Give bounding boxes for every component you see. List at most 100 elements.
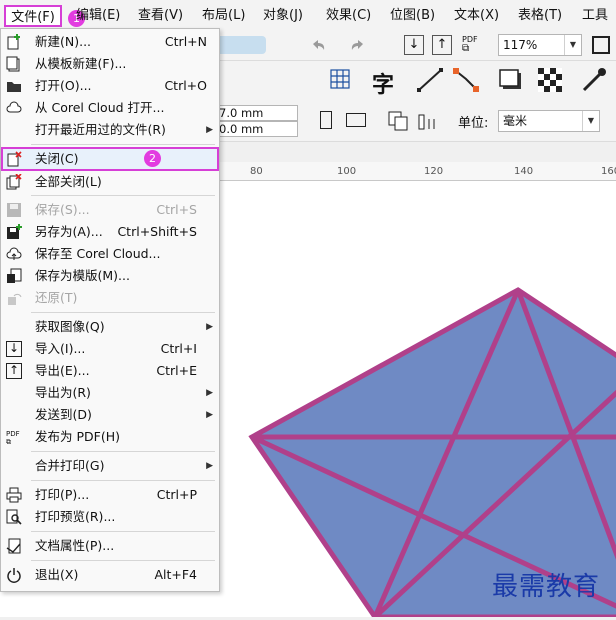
ruler-tick: 140 xyxy=(514,166,534,177)
all-pages-icon[interactable] xyxy=(388,111,410,131)
menu-view[interactable]: 查看(V) xyxy=(138,6,183,26)
menu-item-open[interactable]: 打开(O)... Ctrl+O xyxy=(1,75,219,97)
text-tool-icon[interactable]: 字 xyxy=(372,67,394,99)
pdf-icon: PDF ⧉ xyxy=(6,430,20,446)
save-template-icon xyxy=(6,268,22,284)
menu-item-save[interactable]: 保存(S)... Ctrl+S xyxy=(1,199,219,221)
menu-item-close-all[interactable]: 全部关闭(L) xyxy=(1,171,219,193)
menu-table[interactable]: 表格(T) xyxy=(518,6,562,26)
power-icon xyxy=(6,567,22,583)
import-icon[interactable]: ↓ xyxy=(404,35,424,55)
zoom-value: 117% xyxy=(503,38,538,52)
chevron-down-icon: ▼ xyxy=(564,35,581,55)
transparency-icon[interactable] xyxy=(538,68,562,92)
menu-file[interactable]: 文件(F) xyxy=(4,5,62,27)
menu-object[interactable]: 对象(J) xyxy=(263,6,303,26)
export-icon[interactable]: ↑ xyxy=(432,35,452,55)
menu-item-export[interactable]: ↑ 导出(E)... Ctrl+E xyxy=(1,360,219,382)
cloud-upload-icon xyxy=(6,246,22,262)
menu-item-publish-pdf[interactable]: PDF ⧉ 发布为 PDF(H) xyxy=(1,426,219,448)
menu-item-document-properties[interactable]: 文档属性(P)... xyxy=(1,535,219,557)
chevron-right-icon: ▶ xyxy=(206,461,213,471)
menu-item-send-to[interactable]: 发送到(D) ▶ xyxy=(1,404,219,426)
template-icon xyxy=(6,56,22,72)
undo-icon[interactable] xyxy=(310,38,326,52)
cloud-icon xyxy=(6,100,22,116)
menu-item-print[interactable]: 打印(P)... Ctrl+P xyxy=(1,484,219,506)
menu-item-close[interactable]: 关闭(C) xyxy=(1,147,219,171)
menu-item-save-as[interactable]: 另存为(A)... Ctrl+Shift+S xyxy=(1,221,219,243)
units-value: 毫米 xyxy=(503,114,528,128)
chevron-right-icon: ▶ xyxy=(206,410,213,420)
menu-item-save-as-template[interactable]: 保存为模版(M)... xyxy=(1,265,219,287)
step-badge-2: 2 xyxy=(144,150,161,167)
zoom-combo[interactable]: 117% ▼ xyxy=(498,34,582,56)
menu-item-open-recent[interactable]: 打开最近用过的文件(R) ▶ xyxy=(1,119,219,141)
current-page-icon[interactable] xyxy=(418,111,440,131)
ruler-tick: 160 xyxy=(601,166,616,177)
landscape-icon[interactable] xyxy=(346,113,366,127)
chevron-right-icon: ▶ xyxy=(206,125,213,135)
menu-separator xyxy=(31,195,215,196)
menu-item-print-preview[interactable]: 打印预览(R)... xyxy=(1,506,219,528)
menu-item-export-as[interactable]: 导出为(R) ▶ xyxy=(1,382,219,404)
menu-separator xyxy=(31,312,215,313)
menubar: 文件(F) 1 编辑(E) 查看(V) 布局(L) 对象(J) 效果(C) 位图… xyxy=(0,0,616,31)
width-value: 7.0 mm xyxy=(219,106,264,120)
file-menu: 新建(N)... Ctrl+N 从模板新建(F)... 打开(O)... Ctr… xyxy=(0,28,220,592)
open-folder-icon xyxy=(6,78,22,94)
menu-text[interactable]: 文本(X) xyxy=(454,6,499,26)
height-value: 0.0 mm xyxy=(219,122,264,136)
printer-icon xyxy=(6,487,22,503)
units-combo[interactable]: 毫米 ▼ xyxy=(498,110,600,132)
close-document-icon xyxy=(6,151,22,167)
table-tool-icon[interactable] xyxy=(330,69,350,89)
menu-item-import[interactable]: ↓ 导入(I)... Ctrl+I xyxy=(1,338,219,360)
portrait-icon[interactable] xyxy=(320,111,332,129)
export-icon: ↑ xyxy=(6,363,22,379)
publish-pdf-icon[interactable]: PDF ⧉ xyxy=(462,35,478,54)
ruler-tick: 120 xyxy=(424,166,444,177)
menu-item-exit[interactable]: 退出(X) Alt+F4 xyxy=(1,564,219,586)
chevron-down-icon: ▼ xyxy=(582,111,599,131)
menu-item-revert[interactable]: 还原(T) xyxy=(1,287,219,309)
menu-separator xyxy=(31,451,215,452)
menu-separator xyxy=(31,480,215,481)
document-properties-icon xyxy=(6,538,22,554)
ruler-tick: 80 xyxy=(250,166,263,177)
menu-item-new-from-template[interactable]: 从模板新建(F)... xyxy=(1,53,219,75)
print-preview-icon xyxy=(6,509,22,525)
menu-bitmap[interactable]: 位图(B) xyxy=(390,6,435,26)
import-icon: ↓ xyxy=(6,341,22,357)
menu-edit[interactable]: 编辑(E) xyxy=(76,6,120,26)
menu-layout[interactable]: 布局(L) xyxy=(202,6,245,26)
units-label: 单位: xyxy=(458,116,489,131)
full-screen-icon[interactable] xyxy=(592,36,610,54)
pdf-label: PDF xyxy=(6,430,20,438)
line-tool-icon[interactable] xyxy=(416,67,444,93)
width-field[interactable]: 7.0 mm xyxy=(214,105,298,121)
menu-separator xyxy=(31,560,215,561)
menu-item-acquire-image[interactable]: 获取图像(Q) ▶ xyxy=(1,316,219,338)
menu-item-save-cloud[interactable]: 保存至 Corel Cloud... xyxy=(1,243,219,265)
revert-icon xyxy=(6,290,22,306)
menu-tools[interactable]: 工具 xyxy=(582,6,608,26)
menu-item-merge-print[interactable]: 合并打印(G) ▶ xyxy=(1,455,219,477)
redo-icon[interactable] xyxy=(350,38,366,52)
watermark: 最需教育 xyxy=(492,572,601,602)
save-icon xyxy=(6,202,22,218)
menu-item-new[interactable]: 新建(N)... Ctrl+N xyxy=(1,31,219,53)
eyedropper-icon[interactable] xyxy=(580,67,608,93)
menu-separator xyxy=(31,144,215,145)
close-all-icon xyxy=(6,173,22,190)
menu-item-open-cloud[interactable]: 从 Corel Cloud 打开... xyxy=(1,97,219,119)
menu-effects[interactable]: 效果(C) xyxy=(326,6,371,26)
chevron-right-icon: ▶ xyxy=(206,322,213,332)
connector-tool-icon[interactable] xyxy=(452,67,480,93)
new-document-icon xyxy=(6,34,22,50)
height-field[interactable]: 0.0 mm xyxy=(214,121,298,137)
menu-separator xyxy=(31,531,215,532)
save-as-icon xyxy=(6,224,22,240)
drop-shadow-icon[interactable] xyxy=(498,68,524,92)
ruler-tick: 100 xyxy=(337,166,357,177)
